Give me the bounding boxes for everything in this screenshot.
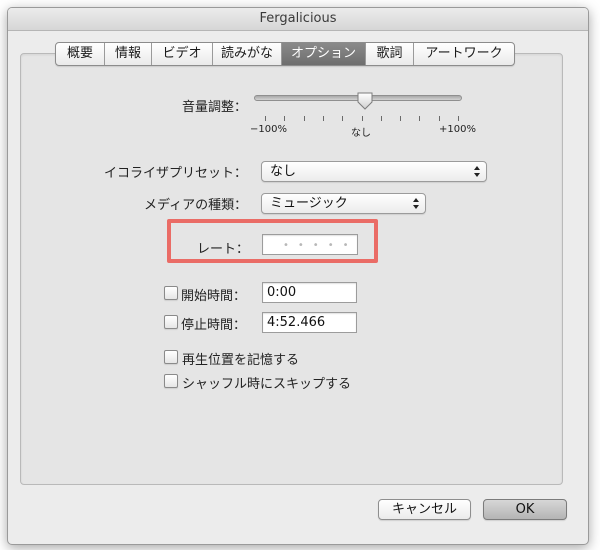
volume-min-label: −100% [250, 124, 287, 135]
volume-tick [419, 116, 421, 121]
tab-sorting[interactable]: 読みがな [213, 43, 282, 65]
tab-artwork[interactable]: アートワーク [414, 43, 514, 65]
skip-shuffle-label: シャッフル時にスキップする [182, 377, 352, 392]
skip-shuffle-checkbox[interactable] [164, 374, 178, 388]
tab-lyrics[interactable]: 歌詞 [366, 43, 414, 65]
volume-max-label: +100% [439, 124, 476, 135]
options-panel [20, 53, 563, 485]
stop-time-field[interactable]: 4:52.466 [262, 312, 357, 333]
tab-video[interactable]: ビデオ [152, 43, 213, 65]
volume-tick [438, 116, 440, 121]
start-time-checkbox[interactable] [164, 286, 178, 300]
volume-slider-knob[interactable] [357, 92, 373, 110]
stop-time-label: 停止時間： [181, 318, 247, 333]
start-time-label: 開始時間： [181, 289, 247, 304]
rating-dots: ••••• [283, 240, 358, 251]
volume-tick [458, 116, 459, 121]
volume-tick [380, 116, 382, 121]
equalizer-value: なし [270, 164, 297, 179]
rating-field[interactable]: ••••• [262, 234, 358, 255]
volume-tick [400, 116, 402, 121]
tab-options[interactable]: オプション [282, 43, 366, 65]
ok-button[interactable]: OK [483, 499, 567, 520]
volume-tick [303, 116, 305, 121]
volume-tick [265, 116, 266, 121]
tab-bar: 概要 情報 ビデオ 読みがな オプション 歌詞 アートワーク [55, 42, 515, 66]
rating-label: レート： [197, 242, 250, 257]
remember-position-label: 再生位置を記憶する [182, 353, 300, 368]
popup-arrows-icon [474, 166, 480, 177]
volume-tick [342, 116, 344, 121]
volume-tick [361, 116, 363, 121]
stop-time-checkbox[interactable] [164, 315, 178, 329]
start-time-field[interactable]: 0:00 [262, 282, 357, 303]
media-kind-popup[interactable]: ミュージック [261, 193, 426, 214]
cancel-button[interactable]: キャンセル [378, 499, 471, 520]
media-kind-value: ミュージック [270, 196, 348, 211]
window-title: Fergalicious [8, 8, 588, 31]
equalizer-preset-popup[interactable]: なし [261, 161, 487, 182]
tab-info[interactable]: 情報 [105, 43, 152, 65]
volume-tick [284, 116, 286, 121]
media-kind-label: メディアの種類： [144, 198, 248, 213]
volume-mid-label: なし [351, 128, 371, 139]
tab-summary[interactable]: 概要 [56, 43, 105, 65]
popup-arrows-icon [413, 198, 419, 209]
volume-tick [322, 116, 324, 121]
volume-label: 音量調整： [182, 100, 248, 115]
equalizer-label: イコライザプリセット： [104, 166, 248, 181]
remember-position-checkbox[interactable] [164, 350, 178, 364]
